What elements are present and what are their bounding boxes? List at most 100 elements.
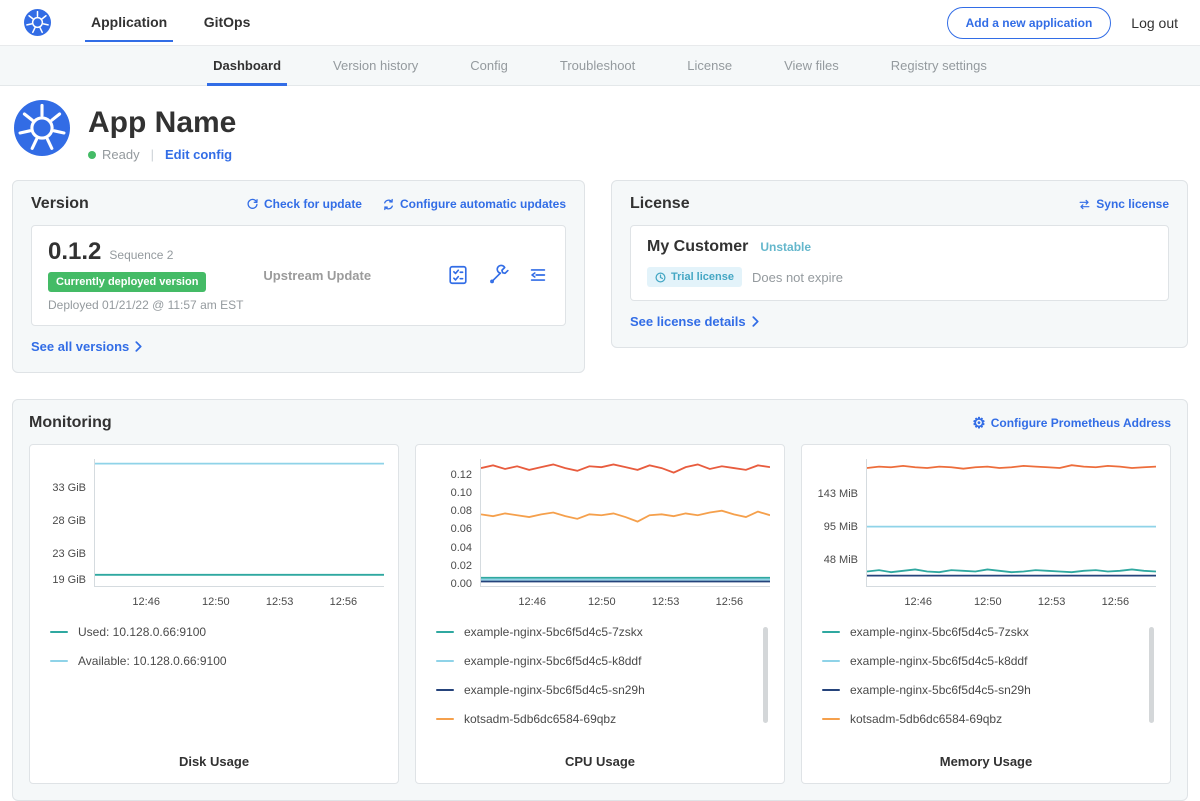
- legend-item: example-nginx-5bc6f5d4c5-7zskx: [436, 625, 758, 639]
- plot-area: [866, 459, 1156, 587]
- y-axis-tick: 0.02: [451, 560, 472, 572]
- license-card: License Sync license My Customer Unstabl…: [611, 180, 1188, 348]
- legend-label: Used: 10.128.0.66:9100: [78, 625, 206, 639]
- nav-tab-gitops[interactable]: GitOps: [188, 0, 267, 42]
- legend-scrollbar[interactable]: [1149, 627, 1154, 723]
- tab-license[interactable]: License: [661, 46, 758, 85]
- license-info-box: My Customer Unstable Trial license Does …: [630, 225, 1169, 301]
- y-axis-tick: 23 GiB: [52, 548, 86, 560]
- see-all-versions-link[interactable]: See all versions: [31, 339, 142, 354]
- legend-color-dash: [436, 689, 454, 691]
- app-header: App Name Ready | Edit config: [0, 86, 1200, 180]
- tab-version-history[interactable]: Version history: [307, 46, 444, 85]
- gear-icon: ⚙: [972, 416, 985, 431]
- chart-title: CPU Usage: [430, 754, 770, 769]
- x-axis-tick: 12:46: [904, 596, 932, 608]
- customer-name: My Customer: [647, 238, 748, 256]
- tab-registry-settings[interactable]: Registry settings: [865, 46, 1013, 85]
- legend-label: example-nginx-5bc6f5d4c5-7zskx: [850, 625, 1029, 639]
- monitoring-card: Monitoring ⚙ Configure Prometheus Addres…: [12, 399, 1188, 801]
- legend-color-dash: [436, 718, 454, 720]
- nav-tab-application[interactable]: Application: [75, 0, 183, 42]
- x-axis: 12:4612:5012:5312:56: [480, 587, 770, 613]
- tab-view-files[interactable]: View files: [758, 46, 865, 85]
- edit-config-link[interactable]: Edit config: [165, 147, 232, 162]
- x-axis-tick: 12:50: [202, 596, 230, 608]
- trial-license-badge: Trial license: [647, 267, 742, 287]
- y-axis-tick: 0.12: [451, 469, 472, 481]
- x-axis-tick: 12:50: [974, 596, 1002, 608]
- legend-color-dash: [50, 660, 68, 662]
- legend-item: Used: 10.128.0.66:9100: [50, 625, 372, 639]
- y-axis-tick: 143 MiB: [818, 488, 858, 500]
- configure-prometheus-link[interactable]: ⚙ Configure Prometheus Address: [972, 416, 1171, 431]
- plot-area: [94, 459, 384, 587]
- legend-item: example-nginx-5bc6f5d4c5-k8ddf: [436, 654, 758, 668]
- logout-link[interactable]: Log out: [1131, 15, 1178, 31]
- x-axis-tick: 12:56: [716, 596, 744, 608]
- monitoring-title: Monitoring: [29, 414, 112, 432]
- chart-title: Memory Usage: [816, 754, 1156, 769]
- kubernetes-logo-icon: [24, 9, 51, 36]
- legend-color-dash: [436, 660, 454, 662]
- legend-item: example-nginx-5bc6f5d4c5-sn29h: [436, 683, 758, 697]
- config-wrench-icon[interactable]: [487, 264, 509, 286]
- chart-canvas: [867, 459, 1156, 586]
- tab-config[interactable]: Config: [444, 46, 534, 85]
- x-axis-tick: 12:56: [1102, 596, 1130, 608]
- chart-legend: example-nginx-5bc6f5d4c5-7zskx example-ng…: [822, 625, 1156, 752]
- chart-canvas: [481, 459, 770, 586]
- add-application-button[interactable]: Add a new application: [947, 7, 1112, 39]
- y-axis: 143 MiB95 MiB48 MiB: [816, 459, 866, 587]
- x-axis-tick: 12:46: [132, 596, 160, 608]
- y-axis: 0.120.100.080.060.040.020.00: [430, 459, 480, 587]
- legend-color-dash: [822, 689, 840, 691]
- preflight-checks-icon[interactable]: [447, 264, 469, 286]
- summary-cards-row: Version Check for update: [0, 180, 1200, 373]
- y-axis-tick: 33 GiB: [52, 482, 86, 494]
- top-navbar: Application GitOps Add a new application…: [0, 0, 1200, 46]
- app-logo-icon: [14, 100, 70, 156]
- x-axis-tick: 12:46: [518, 596, 546, 608]
- x-axis-tick: 12:53: [652, 596, 680, 608]
- license-expiry: Does not expire: [752, 270, 843, 285]
- channel-label: Unstable: [760, 240, 811, 254]
- legend-item: example-nginx-5bc6f5d4c5-sn29h: [822, 683, 1144, 697]
- x-axis: 12:46 12:50 12:53 12:56: [866, 587, 1156, 613]
- y-axis-tick: 0.08: [451, 505, 472, 517]
- chart-legend: Used: 10.128.0.66:9100 Available: 10.128.…: [50, 625, 384, 752]
- y-axis-tick: 0.04: [451, 542, 472, 554]
- deployed-timestamp: Deployed 01/21/22 @ 11:57 am EST: [48, 298, 263, 312]
- sync-icon: [1078, 198, 1091, 211]
- check-for-update-link[interactable]: Check for update: [246, 197, 362, 211]
- see-license-details-link[interactable]: See license details: [630, 314, 759, 329]
- status-text: Ready: [102, 147, 140, 162]
- y-axis-tick: 0.06: [451, 523, 472, 535]
- chart-legend: example-nginx-5bc6f5d4c5-7zskx example-ng…: [436, 625, 770, 752]
- legend-label: Available: 10.128.0.66:9100: [78, 654, 227, 668]
- y-axis-tick: 19 GiB: [52, 574, 86, 586]
- x-axis-tick: 12:53: [1038, 596, 1066, 608]
- current-version-box: 0.1.2 Sequence 2 Currently deployed vers…: [31, 225, 566, 326]
- legend-label: kotsadm-5db6dc6584-69qbz: [464, 712, 616, 726]
- plot-area: [480, 459, 770, 587]
- configure-automatic-updates-link[interactable]: Configure automatic updates: [382, 197, 566, 211]
- sync-license-link[interactable]: Sync license: [1078, 197, 1169, 211]
- tab-dashboard[interactable]: Dashboard: [187, 46, 307, 85]
- legend-item: Available: 10.128.0.66:9100: [50, 654, 372, 668]
- legend-label: example-nginx-5bc6f5d4c5-7zskx: [464, 625, 643, 639]
- status-dot: [88, 151, 96, 159]
- x-axis-tick: 12:53: [266, 596, 294, 608]
- refresh-icon: [246, 198, 259, 211]
- chart-title: Disk Usage: [44, 754, 384, 769]
- legend-color-dash: [822, 660, 840, 662]
- tab-troubleshoot[interactable]: Troubleshoot: [534, 46, 661, 85]
- memory-usage-chart: 143 MiB95 MiB48 MiB 12:46 12:50 12:53 12:56…: [801, 444, 1171, 784]
- clock-icon: [655, 272, 666, 283]
- y-axis: 33 GiB28 GiB23 GiB19 GiB: [44, 459, 94, 587]
- legend-scrollbar[interactable]: [763, 627, 768, 723]
- release-notes-icon[interactable]: [527, 264, 549, 286]
- page-title: App Name: [88, 106, 236, 140]
- version-sequence: Sequence 2: [109, 248, 173, 262]
- version-card-title: Version: [31, 195, 89, 213]
